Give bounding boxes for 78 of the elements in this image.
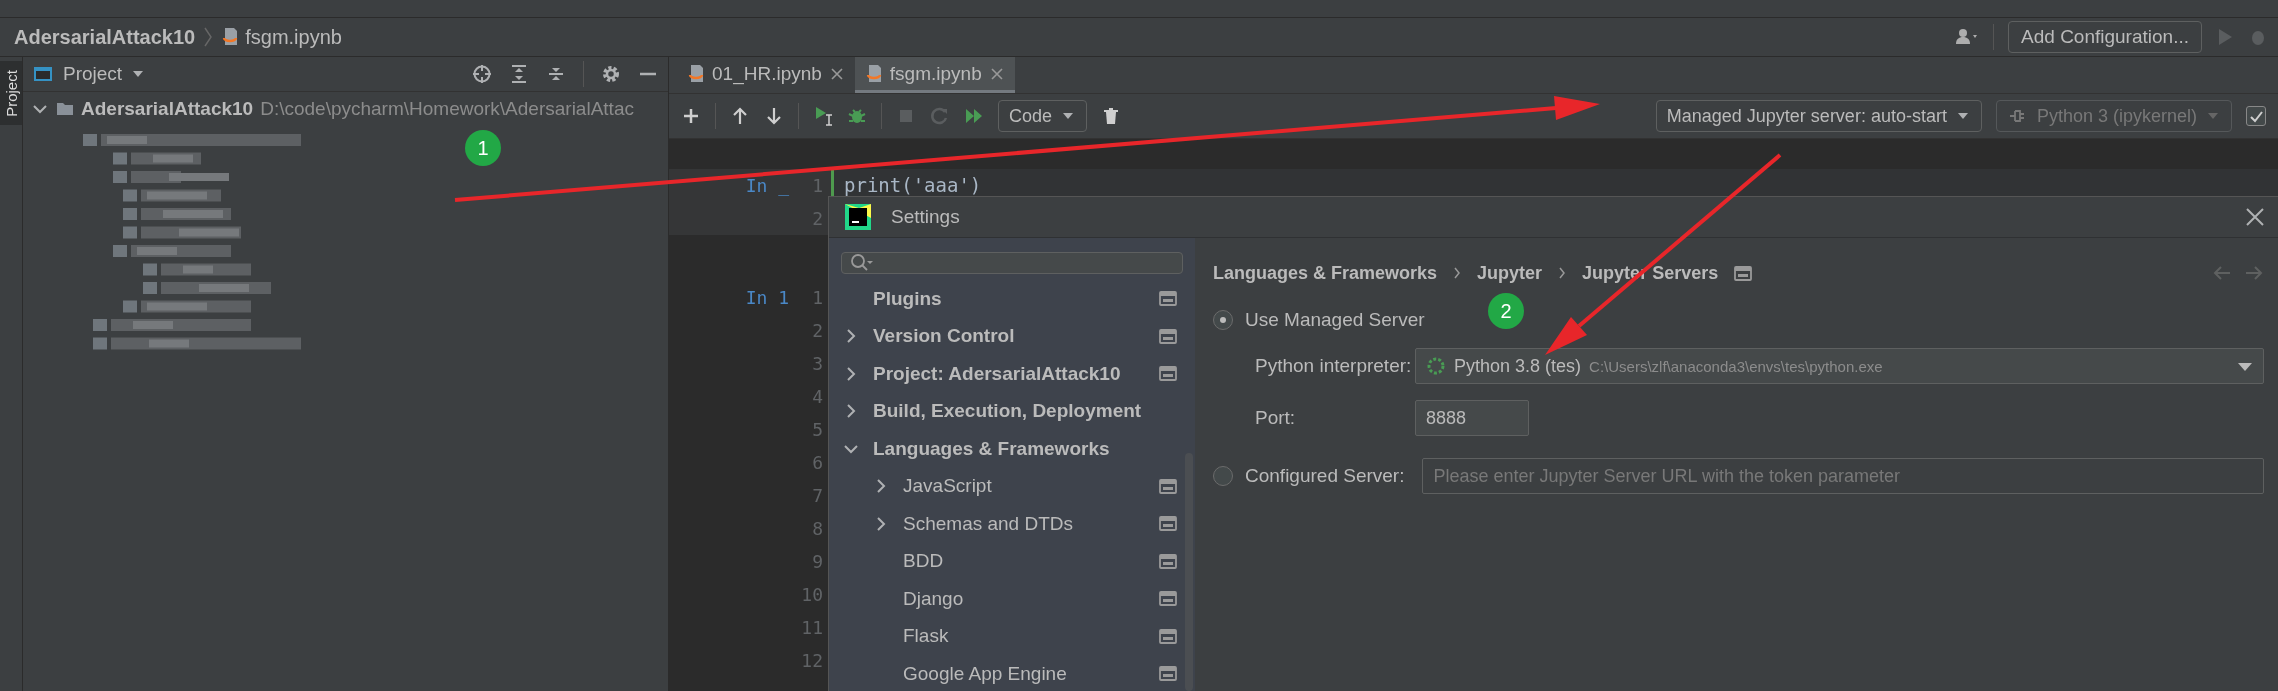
cell-prompt: In _ [745,174,789,198]
settings-nav-item[interactable]: Languages & Frameworks [841,430,1195,468]
line-number: 9 [812,550,823,574]
notebook-file-icon [864,63,883,84]
breadcrumb-item[interactable]: AdersarialAttack10 [14,25,196,49]
tree-item[interactable]: AdersarialAttack10 [81,98,254,120]
add-configuration-button[interactable]: Add Configuration... [2008,21,2202,53]
radio-button[interactable] [1213,310,1233,330]
line-number: 8 [812,517,823,541]
run-cell-icon[interactable] [813,105,833,127]
breadcrumb-item[interactable]: fsgm.ipynb [221,25,342,49]
chevron-icon [203,26,214,48]
search-field[interactable] [841,252,1183,274]
settings-nav-item[interactable]: Schemas and DTDs [841,505,1195,543]
cell-type-dropdown[interactable]: Code [998,100,1088,132]
server-dropdown[interactable]: Managed Jupyter server: auto-start [1655,100,1982,132]
settings-breadcrumb: Jupyter [1477,262,1543,284]
line-number: 5 [812,418,823,442]
line-number: 1 [812,286,823,310]
restart-icon[interactable] [930,106,950,126]
settings-nav-item[interactable]: Version Control [841,317,1195,355]
notebook-file-icon [687,63,705,84]
user-icon[interactable] [1955,27,1980,47]
line-number: 2 [812,319,823,343]
tool-window-tab[interactable]: Project [0,61,22,125]
editor-tab[interactable]: fsgm.ipynb [854,57,1015,93]
close-icon[interactable] [2244,206,2266,228]
settings-nav-item[interactable]: Django [841,580,1195,618]
window-icon [33,64,53,84]
line-number: 11 [801,616,823,640]
step-badge: 1 [465,130,501,166]
settings-nav-item[interactable]: Build, Execution, Deployment [841,392,1195,430]
run-all-icon[interactable] [964,106,984,126]
folder-path: D:\code\pycharm\Homework\AdersarialAttac [260,98,634,120]
caret-icon [2237,360,2253,372]
settings-nav-item[interactable]: Flask [841,617,1195,655]
field-label: Python interpreter: [1255,355,1413,377]
option-label: Use Managed Server [1245,309,1425,331]
settings-nav-item[interactable]: JavaScript [841,467,1195,505]
folder-icon [56,100,74,118]
line-number: 7 [812,484,823,508]
line-number: 6 [812,451,823,475]
interpreter-dropdown[interactable]: Python 3.8 (tes) C:\Users\zlf\anaconda3\envs\tes\python.exe [1415,348,2264,384]
chevron-icon [1558,266,1567,280]
url-field[interactable]: Please enter Jupyter Server URL with the token parameter [1422,458,2264,494]
option-label: Configured Server: [1245,465,1405,487]
expand-all-icon[interactable] [509,64,529,84]
spinner-icon [1426,356,1446,376]
line-number: 12 [801,649,823,673]
search-icon [850,253,874,273]
close-icon[interactable] [828,65,845,82]
project-scope-icon [1734,264,1753,282]
tick-icon [2248,109,2264,123]
checkbox[interactable] [2246,106,2266,126]
port-field[interactable]: 8888 [1415,400,1529,436]
add-icon[interactable] [681,106,701,126]
line-number: 4 [812,385,823,409]
line-number: 10 [801,583,823,607]
settings-nav-item[interactable]: BDD [841,542,1195,580]
notebook-file-icon [221,27,240,47]
code-line: print('aaa') [844,173,983,198]
settings-icon[interactable] [601,64,621,84]
close-icon[interactable] [988,65,1005,82]
radio-button[interactable] [1213,466,1233,486]
settings-nav-item[interactable]: Google App Engine [841,655,1195,691]
editor-tab[interactable]: 01_HR.ipynb [677,57,855,93]
line-number: 3 [812,352,823,376]
dialog-title: Settings [891,206,961,228]
cell-prompt: In 1 [745,286,789,310]
settings-nav-item[interactable]: Project: AdersarialAttack10 [841,355,1195,393]
crosshair-icon[interactable] [472,64,492,84]
chevron-icon [1453,266,1462,280]
panel-title[interactable]: Project [63,63,123,85]
settings-nav-item[interactable]: Plugins [841,280,1195,318]
settings-breadcrumb: Languages & Frameworks [1213,262,1438,284]
app-logo-icon [843,202,873,232]
arrow-down-icon[interactable] [764,106,784,126]
field-label: Port: [1255,407,1297,429]
